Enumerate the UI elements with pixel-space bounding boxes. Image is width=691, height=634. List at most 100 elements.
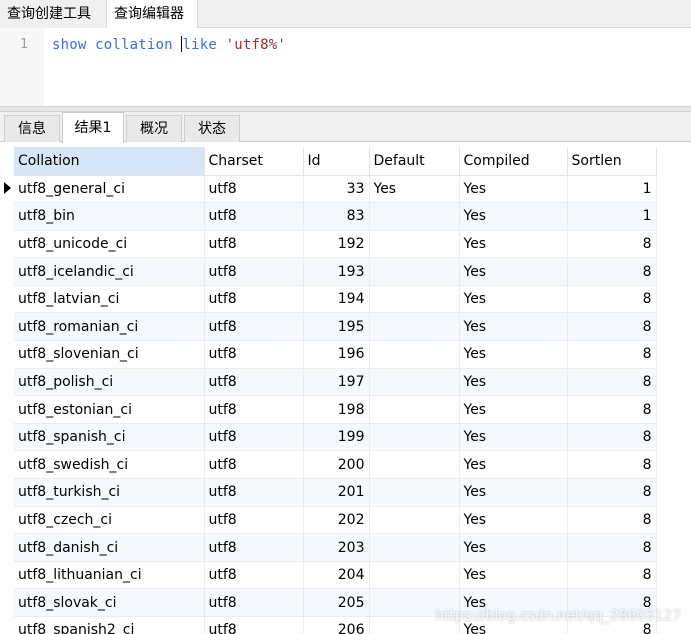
cell-id[interactable]: 201 bbox=[303, 478, 370, 507]
cell-compiled[interactable]: Yes bbox=[459, 285, 568, 314]
cell-id[interactable]: 195 bbox=[303, 312, 370, 342]
cell-charset[interactable]: utf8 bbox=[204, 561, 304, 590]
cell-compiled[interactable]: Yes bbox=[459, 368, 568, 397]
table-row[interactable]: utf8_romanian_ci utf8 195 Yes 8 bbox=[14, 312, 657, 342]
cell-charset[interactable]: utf8 bbox=[204, 450, 304, 480]
cell-sortlen[interactable]: 8 bbox=[567, 340, 657, 369]
cell-compiled[interactable]: Yes bbox=[459, 395, 568, 424]
cell-compiled[interactable]: Yes bbox=[459, 561, 568, 590]
cell-sortlen[interactable]: 8 bbox=[567, 588, 657, 617]
cell-collation[interactable]: utf8_romanian_ci bbox=[14, 312, 205, 342]
cell-id[interactable]: 193 bbox=[303, 257, 370, 286]
cell-sortlen[interactable]: 8 bbox=[567, 368, 657, 397]
column-header-charset[interactable]: Charset bbox=[204, 147, 304, 176]
cell-compiled[interactable]: Yes bbox=[459, 175, 568, 204]
table-row[interactable]: utf8_swedish_ci utf8 200 Yes 8 bbox=[14, 450, 657, 480]
cell-id[interactable]: 200 bbox=[303, 450, 370, 480]
cell-compiled[interactable]: Yes bbox=[459, 230, 568, 259]
column-header-collation[interactable]: Collation bbox=[14, 147, 205, 176]
cell-id[interactable]: 83 bbox=[303, 202, 370, 231]
cell-collation[interactable]: utf8_bin bbox=[14, 202, 205, 231]
cell-id[interactable]: 192 bbox=[303, 230, 370, 259]
cell-charset[interactable]: utf8 bbox=[204, 340, 304, 369]
table-row[interactable]: utf8_lithuanian_ci utf8 204 Yes 8 bbox=[14, 561, 657, 590]
table-row[interactable]: utf8_czech_ci utf8 202 Yes 8 bbox=[14, 506, 657, 535]
cell-collation[interactable]: utf8_unicode_ci bbox=[14, 230, 205, 259]
cell-sortlen[interactable]: 8 bbox=[567, 533, 657, 562]
cell-collation[interactable]: utf8_spanish_ci bbox=[14, 423, 205, 452]
cell-sortlen[interactable]: 8 bbox=[567, 450, 657, 480]
result-grid[interactable]: Collation Charset Id Default Compiled So… bbox=[0, 147, 691, 634]
cell-id[interactable]: 33 bbox=[303, 175, 370, 204]
cell-id[interactable]: 206 bbox=[303, 616, 370, 634]
cell-charset[interactable]: utf8 bbox=[204, 533, 304, 562]
table-row[interactable]: utf8_bin utf8 83 Yes 1 bbox=[14, 202, 657, 231]
cell-id[interactable]: 205 bbox=[303, 588, 370, 617]
cell-sortlen[interactable]: 1 bbox=[567, 202, 657, 231]
table-row[interactable]: utf8_spanish2_ci utf8 206 Yes 8 bbox=[14, 616, 657, 634]
cell-id[interactable]: 199 bbox=[303, 423, 370, 452]
cell-charset[interactable]: utf8 bbox=[204, 230, 304, 259]
cell-collation[interactable]: utf8_icelandic_ci bbox=[14, 257, 205, 286]
cell-default[interactable] bbox=[369, 257, 460, 286]
cell-charset[interactable]: utf8 bbox=[204, 478, 304, 507]
cell-collation[interactable]: utf8_spanish2_ci bbox=[14, 616, 205, 634]
cell-default[interactable]: Yes bbox=[369, 175, 460, 204]
cell-charset[interactable]: utf8 bbox=[204, 588, 304, 617]
cell-id[interactable]: 198 bbox=[303, 395, 370, 424]
cell-sortlen[interactable]: 8 bbox=[567, 312, 657, 342]
cell-default[interactable] bbox=[369, 423, 460, 452]
tab-info[interactable]: 信息 bbox=[4, 115, 60, 142]
cell-default[interactable] bbox=[369, 312, 460, 342]
cell-charset[interactable]: utf8 bbox=[204, 175, 304, 204]
cell-charset[interactable]: utf8 bbox=[204, 202, 304, 231]
cell-collation[interactable]: utf8_general_ci bbox=[14, 175, 205, 204]
cell-compiled[interactable]: Yes bbox=[459, 450, 568, 480]
cell-charset[interactable]: utf8 bbox=[204, 506, 304, 535]
cell-sortlen[interactable]: 8 bbox=[567, 285, 657, 314]
column-header-id[interactable]: Id bbox=[303, 147, 370, 176]
cell-default[interactable] bbox=[369, 533, 460, 562]
cell-collation[interactable]: utf8_danish_ci bbox=[14, 533, 205, 562]
cell-id[interactable]: 204 bbox=[303, 561, 370, 590]
sql-code-line[interactable]: show collation like 'utf8%' bbox=[52, 36, 286, 53]
column-header-compiled[interactable]: Compiled bbox=[459, 147, 568, 176]
cell-compiled[interactable]: Yes bbox=[459, 340, 568, 369]
cell-id[interactable]: 197 bbox=[303, 368, 370, 397]
cell-collation[interactable]: utf8_slovak_ci bbox=[14, 588, 205, 617]
cell-sortlen[interactable]: 8 bbox=[567, 616, 657, 634]
tab-query-editor[interactable]: 查询编辑器 bbox=[106, 0, 198, 29]
cell-default[interactable] bbox=[369, 588, 460, 617]
column-header-sortlen[interactable]: Sortlen bbox=[567, 147, 657, 176]
cell-default[interactable] bbox=[369, 368, 460, 397]
cell-collation[interactable]: utf8_swedish_ci bbox=[14, 450, 205, 480]
cell-charset[interactable]: utf8 bbox=[204, 423, 304, 452]
cell-id[interactable]: 194 bbox=[303, 285, 370, 314]
cell-sortlen[interactable]: 8 bbox=[567, 230, 657, 259]
cell-default[interactable] bbox=[369, 450, 460, 480]
tab-profile[interactable]: 概况 bbox=[126, 115, 182, 142]
cell-default[interactable] bbox=[369, 395, 460, 424]
cell-compiled[interactable]: Yes bbox=[459, 478, 568, 507]
cell-charset[interactable]: utf8 bbox=[204, 257, 304, 286]
table-row[interactable]: utf8_danish_ci utf8 203 Yes 8 bbox=[14, 533, 657, 562]
tab-status[interactable]: 状态 bbox=[184, 115, 240, 142]
sql-editor[interactable]: 1 show collation like 'utf8%' bbox=[0, 28, 691, 106]
table-row[interactable]: utf8_icelandic_ci utf8 193 Yes 8 bbox=[14, 257, 657, 286]
cell-default[interactable] bbox=[369, 230, 460, 259]
cell-compiled[interactable]: Yes bbox=[459, 616, 568, 634]
cell-sortlen[interactable]: 8 bbox=[567, 423, 657, 452]
cell-charset[interactable]: utf8 bbox=[204, 616, 304, 634]
table-row[interactable]: utf8_slovenian_ci utf8 196 Yes 8 bbox=[14, 340, 657, 369]
cell-compiled[interactable]: Yes bbox=[459, 202, 568, 231]
cell-default[interactable] bbox=[369, 202, 460, 231]
tab-result-1[interactable]: 结果1 bbox=[62, 112, 124, 143]
table-row[interactable]: utf8_estonian_ci utf8 198 Yes 8 bbox=[14, 395, 657, 424]
cell-default[interactable] bbox=[369, 478, 460, 507]
cell-collation[interactable]: utf8_estonian_ci bbox=[14, 395, 205, 424]
cell-collation[interactable]: utf8_turkish_ci bbox=[14, 478, 205, 507]
table-row[interactable]: utf8_unicode_ci utf8 192 Yes 8 bbox=[14, 230, 657, 259]
cell-compiled[interactable]: Yes bbox=[459, 533, 568, 562]
cell-sortlen[interactable]: 1 bbox=[567, 175, 657, 204]
cell-collation[interactable]: utf8_lithuanian_ci bbox=[14, 561, 205, 590]
